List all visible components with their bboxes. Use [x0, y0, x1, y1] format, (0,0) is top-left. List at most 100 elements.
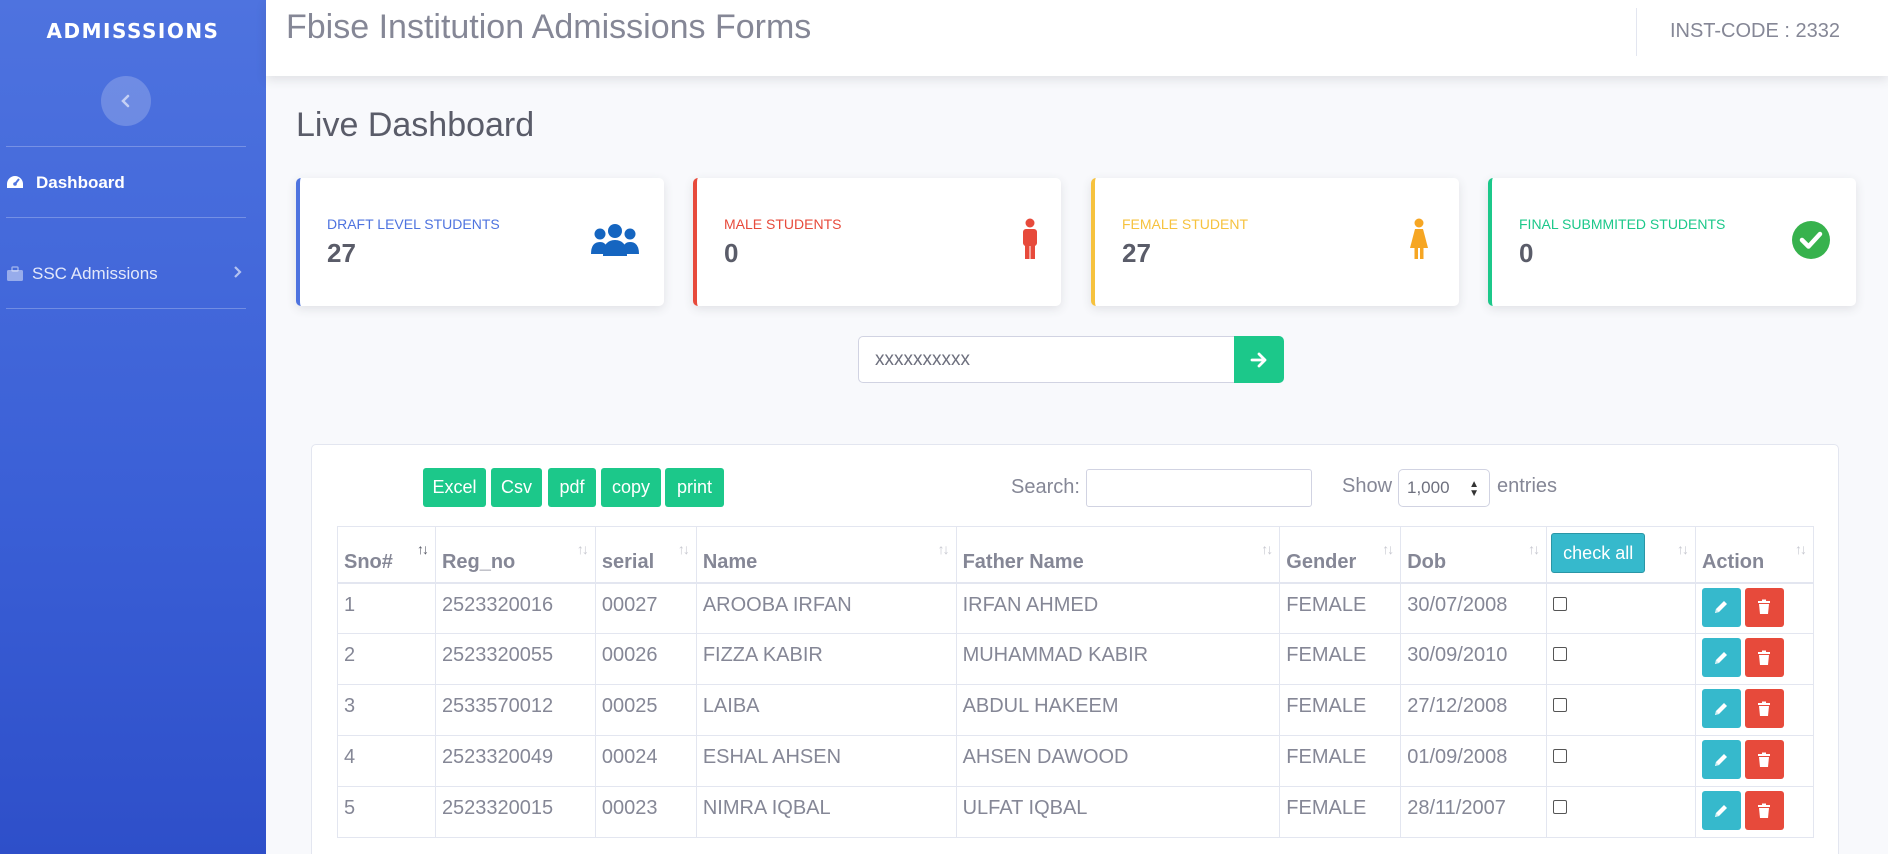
card-value: 0 [724, 238, 739, 268]
card-label: DRAFT LEVEL STUDENTS [327, 216, 500, 232]
inst-code[interactable]: INST-CODE : 2332 [1670, 20, 1840, 43]
table-cell-reg: 2523320015 [434, 786, 596, 838]
column-header-action[interactable]: Action ↑↓ [1694, 526, 1815, 584]
sort-icon: ↑↓ [1261, 541, 1273, 557]
edit-button[interactable] [1701, 740, 1741, 779]
sidebar-divider [6, 217, 246, 218]
chevron-left-icon [121, 94, 130, 108]
edit-button[interactable] [1701, 791, 1741, 830]
table-row: 2 2523320055 00026 FIZZA KABIR MUHAMMAD KABI… [337, 633, 1815, 685]
table-cell-father: IRFAN AHMED [955, 582, 1281, 634]
table-row: 3 2533570012 00025 LAIBA ABDUL HAKEEM FEMALE 2… [337, 684, 1815, 736]
sidebar-toggle-button[interactable] [101, 76, 151, 126]
table-cell-reg: 2533570012 [434, 684, 596, 736]
pencil-icon [1715, 753, 1728, 766]
export-csv-button[interactable]: Csv [491, 468, 542, 507]
arrow-right-icon [1250, 352, 1267, 367]
table-cell-sno: 2 [337, 633, 436, 685]
card-label: FEMALE STUDENT [1122, 216, 1249, 232]
table-cell-reg: 2523320049 [434, 735, 596, 787]
table-cell-action [1694, 786, 1815, 838]
table-cell-sno: 5 [337, 786, 436, 838]
column-header-reg-no[interactable]: Reg_no ↑↓ [434, 526, 596, 584]
sidebar-brand[interactable]: ADMISSSIONS [0, 0, 266, 62]
table-cell-action [1694, 582, 1815, 634]
row-checkbox[interactable] [1553, 800, 1568, 814]
lookup-input[interactable] [858, 336, 1234, 383]
briefcase-icon [6, 266, 30, 282]
row-checkbox[interactable] [1553, 647, 1568, 661]
row-checkbox[interactable] [1553, 749, 1568, 763]
table-cell-action [1694, 735, 1815, 787]
check-all-button[interactable]: check all [1551, 533, 1646, 573]
column-header-dob[interactable]: Dob ↑↓ [1400, 526, 1548, 584]
delete-button[interactable] [1744, 740, 1784, 779]
sort-icon: ↑↓ [677, 541, 690, 557]
delete-button[interactable] [1744, 791, 1784, 830]
card-final-submitted: FINAL SUBMMITED STUDENTS 0 [1488, 178, 1856, 306]
search-label: Search: [1011, 476, 1080, 498]
column-header-father-name[interactable]: Father Name ↑↓ [955, 526, 1281, 584]
edit-button[interactable] [1701, 638, 1741, 677]
row-checkbox[interactable] [1553, 596, 1568, 611]
trash-icon [1758, 650, 1771, 665]
sidebar: ADMISSSIONS Dashboard SSC Admissions [0, 0, 266, 854]
trash-icon [1758, 599, 1771, 614]
table-cell-name: AROOBA IRFAN [695, 582, 957, 634]
sort-icon: ↑↓ [1382, 541, 1394, 557]
export-pdf-button[interactable]: pdf [548, 468, 596, 507]
sort-icon: ↑↓ [1676, 541, 1689, 557]
table-cell-serial: 00023 [594, 786, 697, 838]
table-cell-serial: 00025 [594, 684, 697, 736]
card-draft-students: DRAFT LEVEL STUDENTS 27 [296, 178, 664, 306]
entries-select[interactable]: 1,000 ▲ ▼ [1398, 469, 1490, 507]
sort-icon: ↑↓ [416, 541, 429, 557]
row-checkbox[interactable] [1553, 698, 1568, 712]
table-cell-dob: 30/07/2008 [1400, 582, 1548, 634]
table-cell-serial: 00027 [594, 582, 697, 634]
column-header-gender[interactable]: Gender ↑↓ [1279, 526, 1402, 584]
topbar-divider [1636, 8, 1637, 56]
table-cell-select [1546, 786, 1696, 838]
entries-select-value: 1,000 [1407, 478, 1450, 497]
trash-icon [1758, 701, 1771, 716]
pencil-icon [1715, 702, 1728, 715]
pencil-icon [1715, 804, 1728, 817]
column-header-serial[interactable]: serial ↑↓ [594, 526, 697, 584]
table-cell-father: AHSEN DAWOOD [955, 735, 1281, 787]
search-input[interactable] [1086, 469, 1312, 507]
copy-button[interactable]: copy [601, 468, 661, 507]
sort-icon: ↑↓ [576, 541, 589, 557]
female-icon [1409, 218, 1429, 265]
table-cell-dob: 28/11/2007 [1400, 786, 1548, 838]
tachometer-icon [6, 175, 30, 191]
sort-icon: ↑↓ [937, 541, 950, 557]
lookup-submit-button[interactable] [1234, 336, 1284, 383]
table-cell-sno: 1 [337, 582, 436, 634]
sidebar-divider [6, 308, 246, 309]
delete-button[interactable] [1744, 689, 1784, 728]
table-cell-sno: 3 [337, 684, 436, 736]
table-cell-gender: FEMALE [1279, 735, 1402, 787]
edit-button[interactable] [1701, 587, 1741, 627]
delete-button[interactable] [1744, 638, 1784, 677]
table-cell-father: MUHAMMAD KABIR [955, 633, 1281, 685]
sidebar-item-label: Dashboard [36, 173, 125, 192]
card-value: 0 [1519, 238, 1534, 268]
table-cell-action [1694, 684, 1815, 736]
column-header-sno[interactable]: Sno# ↑↓ [337, 526, 436, 584]
table-cell-name: ESHAL AHSEN [695, 735, 957, 787]
column-header-name[interactable]: Name ↑↓ [695, 526, 957, 584]
export-excel-button[interactable]: Excel [423, 468, 486, 507]
table-cell-gender: FEMALE [1279, 684, 1402, 736]
table-cell-reg: 2523320016 [434, 582, 596, 634]
sidebar-item-dashboard[interactable]: Dashboard [6, 172, 246, 194]
table-row: 1 2523320016 00027 AROOBA IRFAN IRFAN AHMED F… [337, 582, 1815, 634]
sidebar-item-ssc-admissions[interactable]: SSC Admissions [6, 263, 246, 285]
edit-button[interactable] [1701, 689, 1741, 728]
print-button[interactable]: print [665, 468, 724, 507]
table-row: 4 2523320049 00024 ESHAL AHSEN AHSEN DAWOOD F… [337, 735, 1815, 787]
table-cell-father: ABDUL HAKEEM [955, 684, 1281, 736]
topbar: Fbise Institution Admissions Forms INST-… [266, 0, 1888, 76]
delete-button[interactable] [1744, 587, 1784, 627]
